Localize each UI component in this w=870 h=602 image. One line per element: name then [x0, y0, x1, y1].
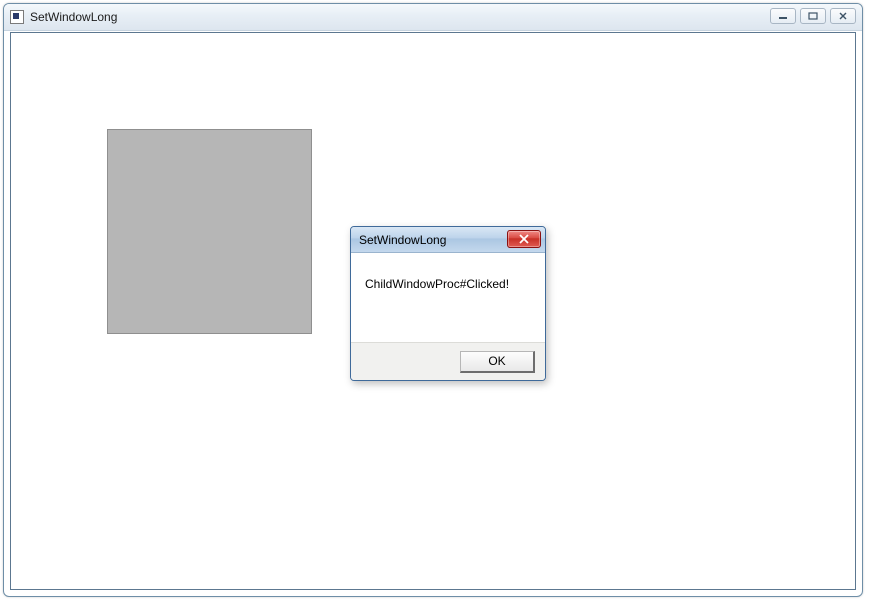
dialog-footer: OK: [351, 342, 545, 380]
dialog-message: ChildWindowProc#Clicked!: [365, 277, 531, 291]
dialog-close-button[interactable]: [507, 230, 541, 248]
app-icon: [10, 10, 24, 24]
message-dialog: SetWindowLong ChildWindowProc#Clicked! O…: [350, 226, 546, 381]
child-window-box[interactable]: [107, 129, 312, 334]
main-titlebar[interactable]: SetWindowLong: [4, 4, 862, 31]
dialog-body: ChildWindowProc#Clicked!: [351, 253, 545, 342]
maximize-button[interactable]: [800, 8, 826, 24]
ok-button[interactable]: OK: [460, 351, 535, 373]
dialog-title: SetWindowLong: [359, 233, 446, 247]
minimize-button[interactable]: [770, 8, 796, 24]
main-window-title: SetWindowLong: [30, 10, 117, 24]
dialog-titlebar[interactable]: SetWindowLong: [351, 227, 545, 253]
caption-buttons: [770, 8, 856, 24]
close-button[interactable]: [830, 8, 856, 24]
